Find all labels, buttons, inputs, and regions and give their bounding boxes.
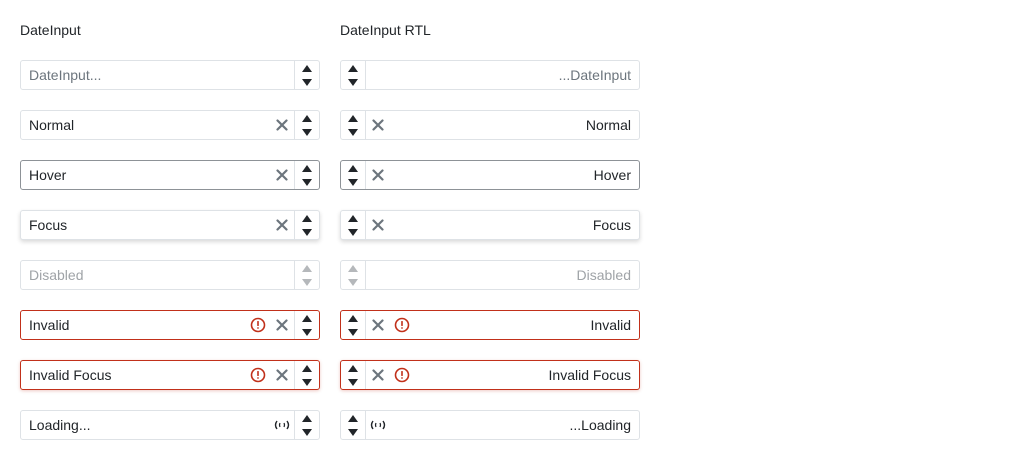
date-input-value: Invalid Focus [29,367,112,383]
caret-up-icon [295,261,319,275]
close-icon[interactable] [366,211,390,239]
caret-down-icon[interactable] [295,125,319,139]
date-input-loading[interactable]: Loading... [20,410,320,440]
caret-up-icon[interactable] [295,111,319,125]
date-input-value: Invalid [590,317,631,333]
caret-down-icon[interactable] [341,125,365,139]
date-input-value: Focus [29,217,68,233]
caret-down-icon[interactable] [341,375,365,389]
spinner-buttons [294,211,319,239]
date-input-normal[interactable]: Normal [20,110,320,140]
date-input-value: Disabled [29,267,84,283]
caret-up-icon[interactable] [295,361,319,375]
caret-up-icon[interactable] [295,161,319,175]
exclamation-circle-icon [390,311,414,339]
date-input-invalid-focus-rtl[interactable]: Invalid Focus [340,360,640,390]
caret-up-icon[interactable] [341,61,365,75]
caret-up-icon[interactable] [341,311,365,325]
date-input-hover[interactable]: Hover [20,160,320,190]
caret-down-icon[interactable] [295,325,319,339]
spinner-buttons [294,411,319,439]
date-input-value: Disabled [576,267,631,283]
spinner-buttons [341,111,366,139]
spinner-buttons [341,61,366,89]
spinner-buttons [294,111,319,139]
close-icon[interactable] [366,311,390,339]
loading-icon [366,411,390,439]
date-input-placeholder-rtl[interactable]: ...DateInput [340,60,640,90]
caret-down-icon[interactable] [341,175,365,189]
spinner-buttons [341,311,366,339]
date-input-value: Focus [592,217,631,233]
date-input-placeholder[interactable]: DateInput... [20,60,320,90]
date-input-disabled: Disabled [20,260,320,290]
exclamation-circle-icon [390,361,414,389]
caret-up-icon[interactable] [295,411,319,425]
spinner-buttons [294,361,319,389]
caret-up-icon[interactable] [295,61,319,75]
spinner-buttons [341,261,366,289]
caret-up-icon[interactable] [341,161,365,175]
rtl-column-title: DateInput RTL [340,22,431,38]
caret-up-icon[interactable] [341,361,365,375]
close-icon[interactable] [270,361,294,389]
exclamation-circle-icon [246,361,270,389]
close-icon[interactable] [366,111,390,139]
loading-icon [270,411,294,439]
close-icon[interactable] [270,111,294,139]
date-input-value: Invalid [29,317,70,333]
exclamation-circle-icon [246,311,270,339]
spinner-buttons [294,61,319,89]
date-input-disabled-rtl: Disabled [340,260,640,290]
close-icon[interactable] [366,161,390,189]
caret-up-icon[interactable] [295,211,319,225]
caret-down-icon[interactable] [295,225,319,239]
ltr-column-title: DateInput [20,22,81,38]
caret-down-icon[interactable] [341,425,365,439]
spinner-buttons [341,161,366,189]
date-input-value: Loading... [29,417,91,433]
date-input-value: Invalid Focus [548,367,631,383]
spinner-buttons [294,161,319,189]
date-input-normal-rtl[interactable]: Normal [340,110,640,140]
date-input-value: ...Loading [569,417,632,433]
close-icon[interactable] [270,161,294,189]
caret-down-icon[interactable] [295,425,319,439]
date-input-value: Normal [29,117,75,133]
date-input-focus-rtl[interactable]: Focus [340,210,640,240]
caret-up-icon [341,261,365,275]
caret-up-icon[interactable] [341,411,365,425]
close-icon[interactable] [270,311,294,339]
spinner-buttons [341,361,366,389]
caret-down-icon [295,275,319,289]
spinner-buttons [341,211,366,239]
caret-down-icon[interactable] [341,325,365,339]
spinner-buttons [294,261,319,289]
close-icon[interactable] [366,361,390,389]
spinner-buttons [294,311,319,339]
date-input-value: Hover [29,167,67,183]
caret-down-icon[interactable] [295,75,319,89]
date-input-loading-rtl[interactable]: ...Loading [340,410,640,440]
date-input-value: Normal [585,117,631,133]
caret-up-icon[interactable] [295,311,319,325]
caret-up-icon[interactable] [341,111,365,125]
caret-down-icon [341,275,365,289]
date-input-value: Hover [593,167,631,183]
caret-down-icon[interactable] [295,375,319,389]
close-icon[interactable] [270,211,294,239]
caret-down-icon[interactable] [341,225,365,239]
date-input-hover-rtl[interactable]: Hover [340,160,640,190]
date-input-focus[interactable]: Focus [20,210,320,240]
date-input-value: DateInput... [29,67,102,83]
caret-up-icon[interactable] [341,211,365,225]
date-input-value: ...DateInput [558,67,631,83]
date-input-invalid[interactable]: Invalid [20,310,320,340]
date-input-invalid-rtl[interactable]: Invalid [340,310,640,340]
spinner-buttons [341,411,366,439]
date-input-invalid-focus[interactable]: Invalid Focus [20,360,320,390]
caret-down-icon[interactable] [341,75,365,89]
caret-down-icon[interactable] [295,175,319,189]
